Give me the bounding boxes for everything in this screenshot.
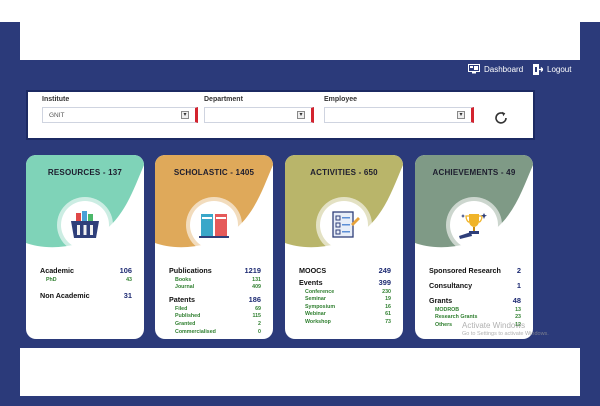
activities-card[interactable]: ACTIVITIES - 650 MOOCS 249 Events 399 Co…	[285, 155, 403, 339]
card-rows: MOOCS 249 Events 399 Conference 230 Semi…	[299, 263, 391, 325]
institute-label: Institute	[42, 96, 70, 103]
employee-select[interactable]: ▾	[324, 107, 474, 123]
list-item: Events 399	[299, 278, 391, 287]
card-icon-circle	[190, 201, 238, 249]
department-select[interactable]: ▾	[204, 107, 314, 123]
list-item: PhD 43	[46, 276, 132, 283]
filter-panel: Institute GNIT ▾ Department ▾ Employee ▾	[26, 90, 535, 140]
chevron-down-icon: ▾	[181, 111, 189, 119]
dashboard-icon	[468, 64, 480, 74]
right-frame	[580, 22, 600, 406]
card-icon-circle	[320, 201, 368, 249]
department-filter: Department ▾	[204, 96, 314, 123]
institute-filter: Institute GNIT ▾	[42, 96, 198, 123]
department-label: Department	[204, 96, 243, 103]
dashboard-label: Dashboard	[484, 64, 524, 74]
checklist-icon	[332, 211, 360, 238]
list-item: Workshop 73	[305, 318, 391, 325]
list-item: MODROB 13	[435, 306, 521, 313]
list-item: Published 115	[175, 313, 261, 320]
chevron-down-icon: ▾	[457, 111, 465, 119]
logout-link[interactable]: Logout	[533, 64, 571, 75]
activation-watermark: Activate Windows Go to Settings to activ…	[462, 321, 549, 337]
list-item: Grants 48	[429, 296, 521, 305]
card-title: ACHIEVEMENTS - 49	[432, 168, 516, 177]
basket-icon	[71, 211, 99, 238]
card-icon-circle	[61, 201, 109, 249]
list-item: Webinar 61	[305, 311, 391, 318]
watermark-subtitle: Go to Settings to activate Windows.	[462, 331, 549, 337]
list-item: MOOCS 249	[299, 266, 391, 275]
institute-select[interactable]: GNIT ▾	[42, 107, 198, 123]
books-icon	[199, 214, 229, 238]
card-icon-circle	[450, 201, 498, 249]
card-rows: Academic 106 PhD 43 Non Academic 31	[40, 263, 132, 300]
bottom-band	[20, 348, 580, 396]
card-rows: Sponsored Research 2 Consultancy 1 Grant…	[429, 263, 521, 328]
scholastic-card[interactable]: SCHOLASTIC - 1405 Publications 1219 Book…	[155, 155, 273, 339]
list-item: Journal 409	[175, 284, 261, 291]
list-item: Books 131	[175, 276, 261, 283]
card-title: ACTIVITIES - 650	[310, 168, 378, 177]
logout-icon	[533, 64, 543, 75]
employee-label: Employee	[324, 96, 358, 103]
list-item: Granted 2	[175, 320, 261, 327]
card-title: RESOURCES - 137	[47, 168, 123, 177]
chevron-down-icon: ▾	[297, 111, 305, 119]
refresh-icon[interactable]	[493, 110, 509, 126]
dashboard-link[interactable]: Dashboard	[468, 64, 523, 74]
list-item: Seminar 19	[305, 296, 391, 303]
list-item: Filed 69	[175, 305, 261, 312]
institute-value: GNIT	[49, 112, 65, 119]
achievements-card[interactable]: ACHIEVEMENTS - 49 Sponsored Research 2 C…	[415, 155, 533, 339]
list-item: Conference 230	[305, 288, 391, 295]
top-white-band	[0, 0, 600, 22]
left-frame	[0, 22, 20, 406]
logout-label: Logout	[547, 65, 572, 74]
list-item: Academic 106	[40, 266, 132, 275]
list-item: Research Grants 23	[435, 314, 521, 321]
list-item: Consultancy 1	[429, 281, 521, 290]
list-item: Non Academic 31	[40, 290, 132, 300]
list-item: Commercialised 0	[175, 328, 261, 335]
card-title: SCHOLASTIC - 1405	[173, 168, 255, 177]
card-rows: Publications 1219 Books 131 Journal 409 …	[169, 263, 261, 335]
top-navbar: Dashboard Logout	[20, 60, 580, 80]
trophy-icon	[459, 213, 487, 239]
list-item: Patents 186	[169, 295, 261, 305]
list-item: Symposium 16	[305, 303, 391, 310]
list-item: Publications 1219	[169, 266, 261, 275]
resources-card[interactable]: RESOURCES - 137 Academic 106 PhD 43 Non …	[26, 155, 144, 339]
list-item: Sponsored Research 2	[429, 266, 521, 275]
employee-filter: Employee ▾	[324, 96, 474, 123]
header-band	[20, 22, 580, 60]
watermark-title: Activate Windows	[462, 321, 526, 330]
